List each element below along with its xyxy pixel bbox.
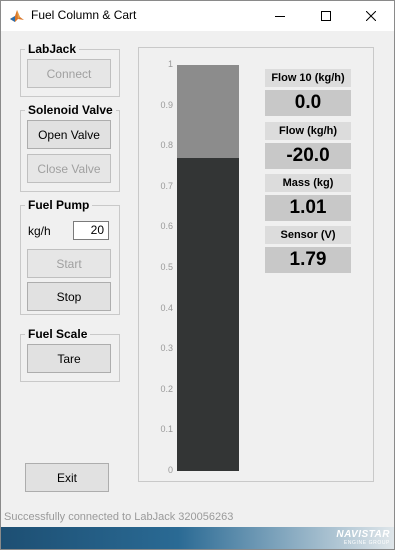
mass-value: 1.01 — [265, 195, 351, 221]
status-text: Successfully connected to LabJack 320056… — [4, 511, 234, 523]
mass-title: Mass (kg) — [265, 174, 351, 192]
close-window-button[interactable] — [348, 1, 394, 31]
brand-footer: NAVISTAR ENGINE GROUP — [1, 527, 394, 549]
gauge-tick-label: 0.8 — [160, 140, 173, 151]
solenoid-valve-group-label: Solenoid Valve — [25, 103, 116, 117]
maximize-icon — [321, 11, 331, 21]
flow-title: Flow (kg/h) — [265, 122, 351, 140]
gauge-tick-label: 0.2 — [160, 383, 173, 394]
title-bar: Fuel Column & Cart — [1, 1, 394, 31]
status-bar: Successfully connected to LabJack 320056… — [1, 507, 394, 527]
pump-rate-input[interactable]: 20 — [73, 221, 109, 240]
minimize-icon — [275, 16, 285, 17]
gauge-tick-label: 0.7 — [160, 180, 173, 191]
sensor-value: 1.79 — [265, 247, 351, 273]
gauge-tick-label: 0 — [167, 465, 173, 475]
connect-button[interactable]: Connect — [27, 59, 111, 88]
close-icon — [366, 11, 376, 21]
fuel-level-gauge — [177, 65, 239, 471]
flow10-value: 0.0 — [265, 90, 351, 116]
flow10-title: Flow 10 (kg/h) — [265, 69, 351, 87]
labjack-group-label: LabJack — [25, 42, 80, 56]
app-window: Fuel Column & Cart LabJack Connect Solen… — [0, 0, 395, 550]
logo-line2: ENGINE GROUP — [343, 540, 390, 546]
fuel-level-fill — [177, 158, 239, 471]
tare-button[interactable]: Tare — [27, 344, 111, 373]
gauge-tick-label: 0.4 — [160, 302, 173, 313]
gauge-tick-label: 1 — [167, 59, 173, 69]
fuel-scale-group-label: Fuel Scale — [25, 327, 91, 341]
logo-line1: NAVISTAR — [336, 529, 390, 540]
start-pump-button[interactable]: Start — [27, 249, 111, 278]
gauge-tick-label: 0.9 — [160, 99, 173, 110]
gauge-tick-label: 0.6 — [160, 221, 173, 232]
window-title: Fuel Column & Cart — [31, 8, 137, 22]
close-valve-button[interactable]: Close Valve — [27, 154, 111, 183]
stop-pump-button[interactable]: Stop — [27, 282, 111, 311]
gauge-tick-label: 0.3 — [160, 343, 173, 354]
navistar-logo: NAVISTAR ENGINE GROUP — [330, 529, 390, 548]
sensor-title: Sensor (V) — [265, 226, 351, 244]
matlab-app-icon — [10, 10, 24, 22]
fuel-pump-group-label: Fuel Pump — [25, 198, 93, 212]
gauge-tick-label: 0.1 — [160, 424, 173, 435]
minimize-button[interactable] — [257, 1, 303, 31]
flow-value: -20.0 — [265, 143, 351, 169]
maximize-button[interactable] — [303, 1, 349, 31]
open-valve-button[interactable]: Open Valve — [27, 120, 111, 149]
pump-rate-unit-label: kg/h — [28, 224, 51, 238]
gauge-tick-label: 0.5 — [160, 262, 173, 272]
exit-button[interactable]: Exit — [25, 463, 109, 492]
